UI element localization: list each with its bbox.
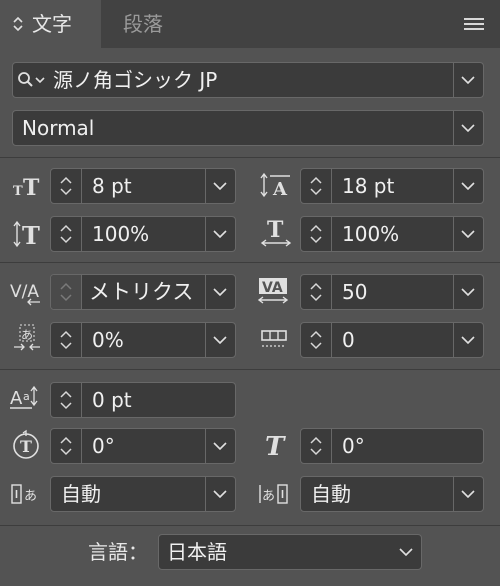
tsume-value: 0%	[92, 328, 124, 352]
svg-text:T: T	[267, 217, 284, 243]
svg-text:T: T	[13, 184, 23, 199]
chevron-down-icon[interactable]	[453, 323, 483, 357]
stepper-arrows-icon[interactable]	[51, 217, 81, 251]
horizontal-scale-field[interactable]: 100%	[300, 216, 484, 252]
tab-character[interactable]: 文字	[0, 0, 101, 48]
stepper-arrows-icon[interactable]	[301, 275, 331, 309]
svg-text:あ: あ	[24, 489, 37, 504]
stepper-arrows-icon[interactable]	[301, 217, 331, 251]
section-divider	[0, 157, 500, 158]
kerning-icon: V/A	[8, 274, 44, 310]
aki-value: 0	[342, 328, 355, 352]
insert-space-after-icon: あ	[256, 476, 292, 512]
chevron-down-icon[interactable]	[453, 169, 483, 203]
chevron-down-icon[interactable]	[391, 535, 421, 569]
skew-value: 0°	[342, 434, 365, 458]
leading-field[interactable]: 18 pt	[300, 168, 484, 204]
chevron-down-icon[interactable]	[205, 275, 235, 309]
insert-space-before-icon: あ	[8, 476, 44, 512]
section-divider	[0, 369, 500, 370]
svg-text:T: T	[265, 432, 286, 462]
horizontal-scale-value: 100%	[342, 222, 400, 246]
leading-value: 18 pt	[342, 174, 395, 198]
stepper-arrows-icon[interactable]	[51, 169, 81, 203]
chevron-down-icon[interactable]	[453, 477, 483, 511]
kerning-value: メトリクス	[89, 280, 194, 304]
chevron-down-icon[interactable]	[453, 275, 483, 309]
tab-paragraph[interactable]: 段落	[101, 0, 191, 48]
stepper-arrows-icon[interactable]	[301, 323, 331, 357]
font-family-field[interactable]: 源ノ角ゴシック JP	[12, 62, 484, 98]
svg-text:A: A	[272, 179, 288, 200]
font-size-icon: TT	[10, 168, 46, 204]
chevron-down-icon[interactable]	[453, 63, 483, 97]
stepper-arrows-icon[interactable]	[301, 429, 331, 463]
section-divider	[0, 262, 500, 263]
baseline-shift-value: 0 pt	[92, 388, 132, 412]
font-style-value: Normal	[22, 116, 95, 140]
svg-text:a: a	[23, 390, 30, 403]
stepper-arrows-icon[interactable]	[51, 323, 81, 357]
font-size-value: 8 pt	[92, 174, 132, 198]
character-rotation-icon: T	[8, 428, 44, 464]
chevron-down-icon[interactable]	[453, 217, 483, 251]
aki-field[interactable]: 0	[300, 322, 484, 358]
font-style-field[interactable]: Normal	[12, 110, 484, 146]
tracking-value: 50	[342, 280, 368, 304]
stepper-arrows-icon[interactable]	[51, 429, 81, 463]
font-size-field[interactable]: 8 pt	[50, 168, 236, 204]
chevron-down-icon[interactable]	[453, 111, 483, 145]
language-label: 言語：	[88, 540, 148, 564]
aki-icon	[256, 322, 292, 358]
svg-text:T: T	[22, 221, 40, 250]
baseline-shift-icon: Aa	[8, 382, 44, 418]
tsume-field[interactable]: 0%	[50, 322, 236, 358]
svg-text:あ: あ	[262, 489, 275, 504]
svg-text:VA: VA	[262, 280, 283, 296]
leading-icon: A	[258, 168, 294, 204]
chevron-down-icon[interactable]	[205, 429, 235, 463]
stepper-arrows-icon[interactable]	[51, 383, 81, 417]
skew-icon: T	[258, 428, 294, 464]
chevron-down-icon[interactable]	[205, 217, 235, 251]
svg-text:あ: あ	[21, 328, 33, 342]
svg-text:V/A: V/A	[10, 282, 39, 302]
language-select[interactable]: 日本語	[158, 534, 422, 570]
font-family-value: 源ノ角ゴシック JP	[53, 68, 218, 92]
insert-space-after-value: 自動	[311, 482, 351, 506]
tracking-icon: VA	[256, 272, 292, 308]
stepper-arrows-icon[interactable]	[301, 169, 331, 203]
insert-space-before-field[interactable]: 自動	[50, 476, 236, 512]
skew-field[interactable]: 0°	[300, 428, 484, 464]
horizontal-scale-icon: T	[258, 214, 294, 250]
up-down-arrows-icon	[12, 16, 24, 32]
chevron-down-icon[interactable]	[205, 477, 235, 511]
svg-text:T: T	[20, 437, 32, 456]
tab-character-label: 文字	[32, 12, 72, 36]
vertical-scale-value: 100%	[92, 222, 150, 246]
vertical-scale-icon: T	[10, 216, 46, 252]
kerning-field[interactable]: メトリクス	[50, 274, 236, 310]
section-divider	[0, 525, 500, 526]
chevron-down-icon[interactable]	[205, 323, 235, 357]
vertical-scale-field[interactable]: 100%	[50, 216, 236, 252]
svg-text:A: A	[10, 388, 23, 409]
search-icon	[17, 71, 51, 89]
language-value: 日本語	[167, 540, 227, 564]
character-rotation-value: 0°	[92, 434, 115, 458]
svg-text:T: T	[23, 175, 40, 201]
chevron-down-icon[interactable]	[205, 169, 235, 203]
tsume-icon: あ	[8, 320, 44, 356]
baseline-shift-field[interactable]: 0 pt	[50, 382, 236, 418]
insert-space-before-value: 自動	[61, 482, 101, 506]
tracking-field[interactable]: 50	[300, 274, 484, 310]
panel-menu-icon[interactable]	[464, 18, 484, 32]
insert-space-after-field[interactable]: 自動	[300, 476, 484, 512]
tab-paragraph-label: 段落	[123, 12, 163, 36]
stepper-arrows-icon	[51, 275, 81, 309]
character-rotation-field[interactable]: 0°	[50, 428, 236, 464]
